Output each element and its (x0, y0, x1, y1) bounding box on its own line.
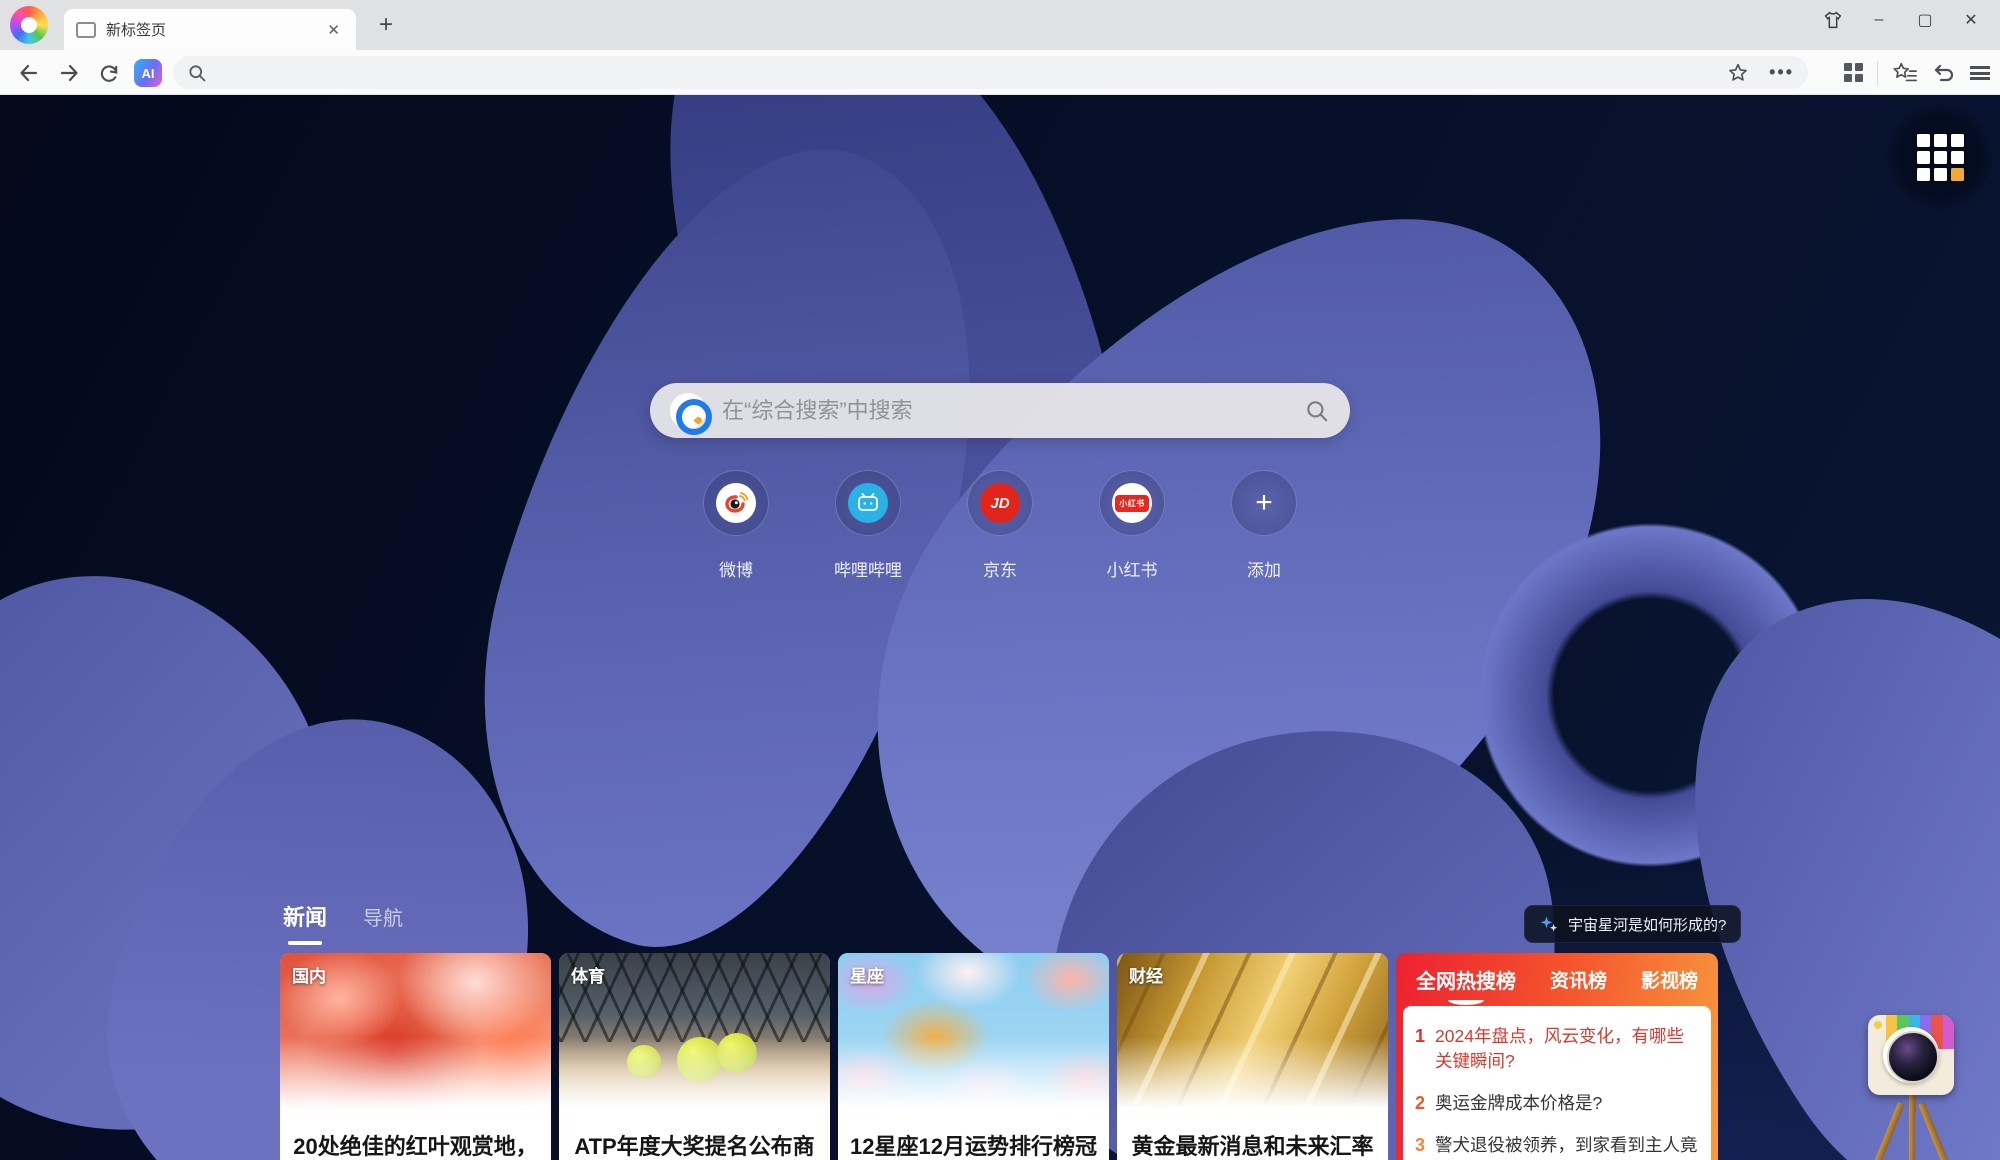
news-card-sports[interactable]: 体育 ATP年度大奖提名公布商 (559, 953, 830, 1160)
refresh-icon[interactable] (92, 56, 126, 90)
news-card-finance[interactable]: 财经 黄金最新消息和未来汇率 (1117, 953, 1388, 1160)
toolbar: AI ••• (0, 50, 2000, 95)
home-search-input[interactable] (722, 398, 1304, 424)
card-image-autumn-leaves: 国内 (280, 953, 551, 1115)
address-bar[interactable]: ••• (173, 56, 1808, 89)
bilibili-icon (848, 483, 888, 523)
close-button[interactable]: ✕ (1948, 0, 1994, 40)
minimize-button[interactable]: – (1856, 0, 1902, 40)
quick-link-weibo[interactable]: 微博 (670, 470, 802, 581)
feed-tabs: 新闻 导航 (283, 900, 403, 945)
titlebar-controls: – ▢ ✕ (1810, 0, 1994, 40)
hot-tab-news[interactable]: 资讯榜 (1550, 966, 1607, 993)
hot-search-card: 全网热搜榜 资讯榜 影视榜 1 2024年盘点，风云变化，有哪些关键瞬间? 2 … (1396, 953, 1718, 1160)
maximize-button[interactable]: ▢ (1902, 0, 1948, 40)
tab-close-icon[interactable]: ✕ (323, 19, 344, 41)
quick-link-bilibili[interactable]: 哔哩哔哩 (802, 470, 934, 581)
magnifier-icon[interactable] (1304, 398, 1330, 424)
hot-tab-movies[interactable]: 影视榜 (1641, 966, 1698, 993)
news-card-horoscope[interactable]: 星座 12星座12月运势排行榜冠 (838, 953, 1109, 1160)
tab-news[interactable]: 新闻 (283, 900, 327, 945)
page-icon (76, 22, 96, 38)
tab-title: 新标签页 (106, 19, 323, 40)
quick-link-jd[interactable]: JD 京东 (934, 470, 1066, 581)
browser-logo-icon[interactable] (10, 6, 48, 44)
new-tab-button[interactable]: + (372, 12, 400, 40)
hot-item[interactable]: 2 奥运金牌成本价格是? (1415, 1091, 1699, 1117)
tripod (1866, 1093, 1958, 1160)
toolbar-right (1844, 56, 1990, 89)
new-tab-page: 微博 哔哩哔哩 JD 京东 小红书 小 (0, 95, 2000, 1160)
jd-icon: JD (980, 483, 1020, 523)
tab-navigation[interactable]: 导航 (363, 900, 403, 931)
tab-strip: 新标签页 ✕ + – ▢ ✕ (0, 0, 2000, 50)
card-image-umbrellas: 星座 (838, 953, 1109, 1115)
card-image-gold-bars: 财经 (1117, 953, 1388, 1115)
hot-tab-all[interactable]: 全网热搜榜 (1416, 965, 1516, 994)
active-smile-underline (1448, 995, 1484, 1005)
add-plus-icon: + (1255, 488, 1273, 518)
ai-suggestion-bubble[interactable]: 宇宙星河是如何形成的? (1524, 905, 1741, 943)
bookmark-star-icon[interactable] (1727, 62, 1749, 84)
search-logo-360 (670, 393, 706, 429)
card-image-tennis: 体育 (559, 953, 830, 1115)
url-input[interactable] (217, 65, 1727, 81)
favorites-star-list-icon[interactable] (1892, 61, 1918, 85)
apps-grid-icon[interactable] (1886, 103, 1994, 211)
tab-new-tab-page[interactable]: 新标签页 ✕ (64, 9, 356, 50)
news-card-domestic[interactable]: 国内 20处绝佳的红叶观赏地， (280, 953, 551, 1160)
camera-tripod-icon[interactable] (1866, 1015, 1958, 1160)
ai-assistant-icon[interactable]: AI (134, 59, 162, 87)
weibo-icon (716, 483, 756, 523)
news-cards-row: 国内 20处绝佳的红叶观赏地， 体育 ATP年度大奖提名公布商 星座 12星座1… (280, 953, 1722, 1160)
hot-search-tabs: 全网热搜榜 资讯榜 影视榜 (1396, 953, 1718, 1006)
hot-item[interactable]: 1 2024年盘点，风云变化，有哪些关键瞬间? (1415, 1024, 1699, 1074)
toolbar-divider (1877, 61, 1878, 85)
forward-arrow-icon[interactable] (52, 56, 86, 90)
xiaohongshu-icon: 小红书 (1112, 483, 1152, 523)
menu-icon[interactable] (1970, 66, 1990, 80)
undo-icon[interactable] (1932, 61, 1956, 85)
back-arrow-icon[interactable] (12, 56, 46, 90)
quick-link-add[interactable]: + 添加 (1198, 470, 1330, 581)
home-search-box[interactable] (650, 383, 1350, 438)
hot-item[interactable]: 3 警犬退役被领养，到家看到主人竟是昔日训练员，放飞自我了 (1415, 1133, 1699, 1160)
more-dots-icon[interactable]: ••• (1769, 62, 1794, 83)
active-tab-underline (288, 941, 322, 945)
quick-links-row: 微博 哔哩哔哩 JD 京东 小红书 小 (670, 470, 1330, 581)
apps-2x2-icon[interactable] (1844, 63, 1863, 82)
browser-window: 新标签页 ✕ + – ▢ ✕ AI (0, 0, 2000, 1160)
theme-tshirt-icon[interactable] (1810, 0, 1856, 40)
quick-link-xiaohongshu[interactable]: 小红书 小红书 (1066, 470, 1198, 581)
hot-search-list: 1 2024年盘点，风云变化，有哪些关键瞬间? 2 奥运金牌成本价格是? 3 警… (1403, 1006, 1711, 1160)
search-icon (187, 63, 207, 83)
sparkle-icon (1539, 914, 1559, 934)
camera-body (1868, 1015, 1954, 1095)
